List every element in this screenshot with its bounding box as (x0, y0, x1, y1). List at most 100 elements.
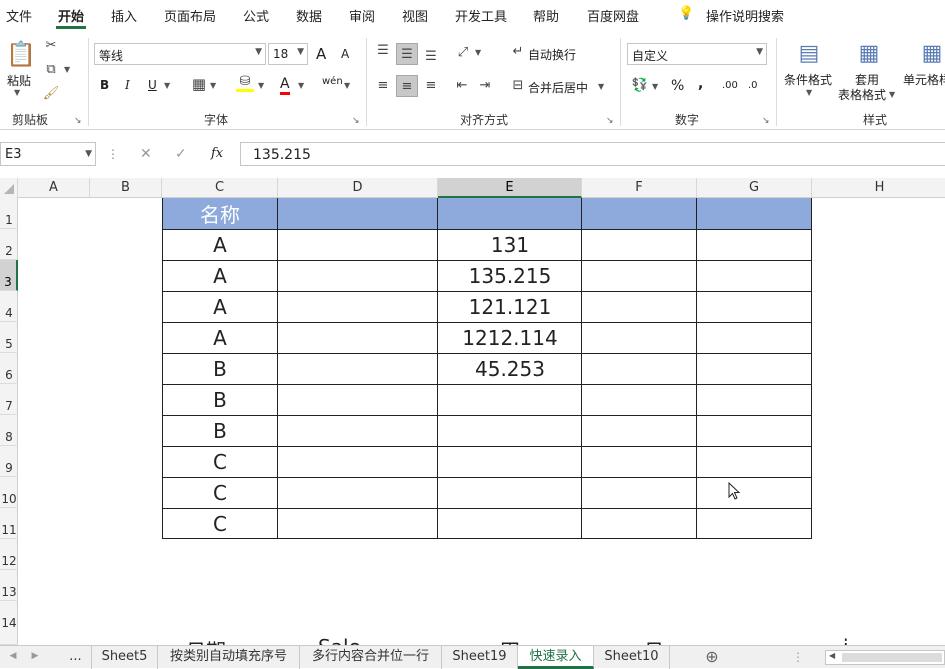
cell-c6[interactable]: B (162, 353, 278, 384)
tab-splitter-icon[interactable]: ⋮ (792, 650, 804, 664)
column-header-b[interactable]: B (90, 178, 162, 198)
cut-icon[interactable]: ✂ (42, 36, 60, 54)
grow-font-button[interactable]: A (316, 45, 326, 63)
increase-indent-icon[interactable]: ⇥ (475, 75, 495, 95)
menu-developer[interactable]: 开发工具 (455, 6, 507, 25)
cell-c9[interactable]: C (162, 446, 278, 477)
align-left-icon[interactable]: ≡ (373, 75, 393, 95)
chevron-down-icon[interactable]: ▼ (85, 149, 92, 159)
format-as-table-label-2[interactable]: 表格格式 (838, 86, 886, 103)
font-color-dropdown-icon[interactable]: ▼ (298, 81, 304, 90)
cell-e4[interactable]: 121.121 (438, 291, 582, 322)
wrap-text-button[interactable]: 自动换行 (528, 46, 576, 63)
font-launcher-icon[interactable]: ↘ (352, 116, 360, 126)
column-header-a[interactable]: A (18, 178, 90, 198)
row-header-13[interactable]: 13 (0, 570, 18, 601)
cell-styles-button[interactable]: 单元格样 (903, 71, 945, 88)
cell-c8[interactable]: B (162, 415, 278, 446)
merge-center-button[interactable]: 合并后居中 (528, 79, 588, 96)
tab-sheet19[interactable]: Sheet19 (442, 646, 518, 669)
alignment-launcher-icon[interactable]: ↘ (606, 116, 614, 126)
cell-c4[interactable]: A (162, 291, 278, 322)
number-launcher-icon[interactable]: ↘ (762, 116, 770, 126)
cell-c7[interactable]: B (162, 384, 278, 415)
confirm-entry-button[interactable]: ✓ (175, 146, 187, 162)
cell-e6[interactable]: 45.253 (438, 353, 582, 384)
cell-e5[interactable]: 1212.114 (438, 322, 582, 353)
underline-button[interactable]: U (148, 78, 157, 92)
row-header-1[interactable]: 1 (0, 198, 18, 229)
menu-help[interactable]: 帮助 (533, 6, 559, 25)
menu-formulas[interactable]: 公式 (243, 6, 269, 25)
paste-icon[interactable]: 📋 (6, 38, 36, 70)
tab-auto-fill-serial[interactable]: 按类别自动填充序号 (158, 646, 300, 669)
name-box[interactable]: E3 ▼ (0, 142, 96, 166)
font-size-select[interactable]: 18 ▼ (268, 43, 308, 65)
column-header-f[interactable]: F (582, 178, 697, 198)
align-top-icon[interactable]: ☰ (373, 40, 393, 60)
accounting-dropdown-icon[interactable]: ▼ (652, 82, 658, 91)
paste-dropdown-icon[interactable]: ▼ (14, 88, 20, 97)
font-color-button[interactable]: A (280, 76, 290, 95)
cancel-entry-button[interactable]: ✕ (140, 146, 152, 162)
cell-e2[interactable]: 131 (438, 229, 582, 260)
cell-c3[interactable]: A (162, 260, 278, 291)
decrease-indent-icon[interactable]: ⇤ (452, 75, 472, 95)
menu-page-layout[interactable]: 页面布局 (164, 6, 216, 25)
font-family-select[interactable]: 等线 ▼ (94, 43, 266, 65)
borders-dropdown-icon[interactable]: ▼ (210, 81, 216, 90)
fill-color-icon[interactable]: ⛁ (236, 74, 254, 92)
row-header-3[interactable]: 3 (0, 260, 18, 291)
align-middle-icon[interactable]: ☰ (396, 43, 418, 65)
spreadsheet-grid[interactable]: A B C D E F G H 1 2 3 4 5 6 7 8 9 10 11 … (0, 178, 945, 645)
row-header-2[interactable]: 2 (0, 229, 18, 260)
bold-button[interactable]: B (100, 78, 109, 92)
row-header-6[interactable]: 6 (0, 353, 18, 384)
wrap-text-icon[interactable]: ↵ (509, 42, 527, 60)
cell-e3[interactable]: 135.215 (438, 260, 582, 291)
menu-insert[interactable]: 插入 (111, 6, 137, 25)
row-header-5[interactable]: 5 (0, 322, 18, 353)
cell-c2[interactable]: A (162, 229, 278, 260)
accounting-format-icon[interactable]: 💱 (630, 76, 650, 94)
conditional-dropdown-icon[interactable]: ▼ (806, 88, 812, 97)
column-header-g[interactable]: G (697, 178, 812, 198)
row-header-10[interactable]: 10 (0, 477, 18, 508)
cell-c10[interactable]: C (162, 477, 278, 508)
comma-style-button[interactable]: , (698, 76, 703, 92)
orientation-icon[interactable]: ⤢ (452, 42, 474, 62)
tell-me-search[interactable]: 操作说明搜索 (706, 6, 784, 25)
menu-home[interactable]: 开始 (58, 6, 84, 25)
tab-sheet5[interactable]: Sheet5 (92, 646, 158, 669)
cell-c11[interactable]: C (162, 508, 278, 539)
row-header-11[interactable]: 11 (0, 508, 18, 539)
horizontal-scrollbar[interactable]: ◀ (825, 650, 945, 665)
increase-decimal-button[interactable]: .00 (722, 80, 738, 91)
menu-view[interactable]: 视图 (402, 6, 428, 25)
table-header-cell[interactable]: 名称 (162, 198, 278, 229)
copy-icon[interactable]: ⧉ (42, 60, 60, 78)
tab-quick-entry[interactable]: 快速录入 (518, 646, 594, 669)
cell-styles-icon[interactable]: ▦ (918, 38, 945, 68)
shrink-font-button[interactable]: A (341, 47, 349, 61)
tab-merge-rows[interactable]: 多行内容合并位一行 (300, 646, 442, 669)
copy-dropdown-icon[interactable]: ▼ (64, 65, 70, 74)
merge-center-icon[interactable]: ⊟ (509, 76, 527, 94)
format-as-table-icon[interactable]: ▦ (855, 38, 883, 68)
align-bottom-icon[interactable]: ☰ (421, 46, 441, 66)
add-sheet-icon[interactable]: ⊕ (700, 646, 724, 669)
row-header-14[interactable]: 14 (0, 601, 18, 645)
row-header-8[interactable]: 8 (0, 415, 18, 446)
number-format-select[interactable]: 自定义 ▼ (627, 43, 767, 65)
row-header-4[interactable]: 4 (0, 291, 18, 322)
menu-data[interactable]: 数据 (296, 6, 322, 25)
row-header-7[interactable]: 7 (0, 384, 18, 415)
conditional-formatting-icon[interactable]: ▤ (795, 38, 823, 68)
tab-more[interactable]: ... (60, 646, 92, 669)
column-header-e[interactable]: E (438, 178, 582, 198)
format-table-dropdown-icon[interactable]: ▼ (889, 90, 895, 99)
column-header-h[interactable]: H (812, 178, 945, 198)
phonetic-guide-button[interactable]: wén (322, 76, 343, 87)
row-header-9[interactable]: 9 (0, 446, 18, 477)
scrollbar-thumb[interactable] (842, 653, 942, 662)
